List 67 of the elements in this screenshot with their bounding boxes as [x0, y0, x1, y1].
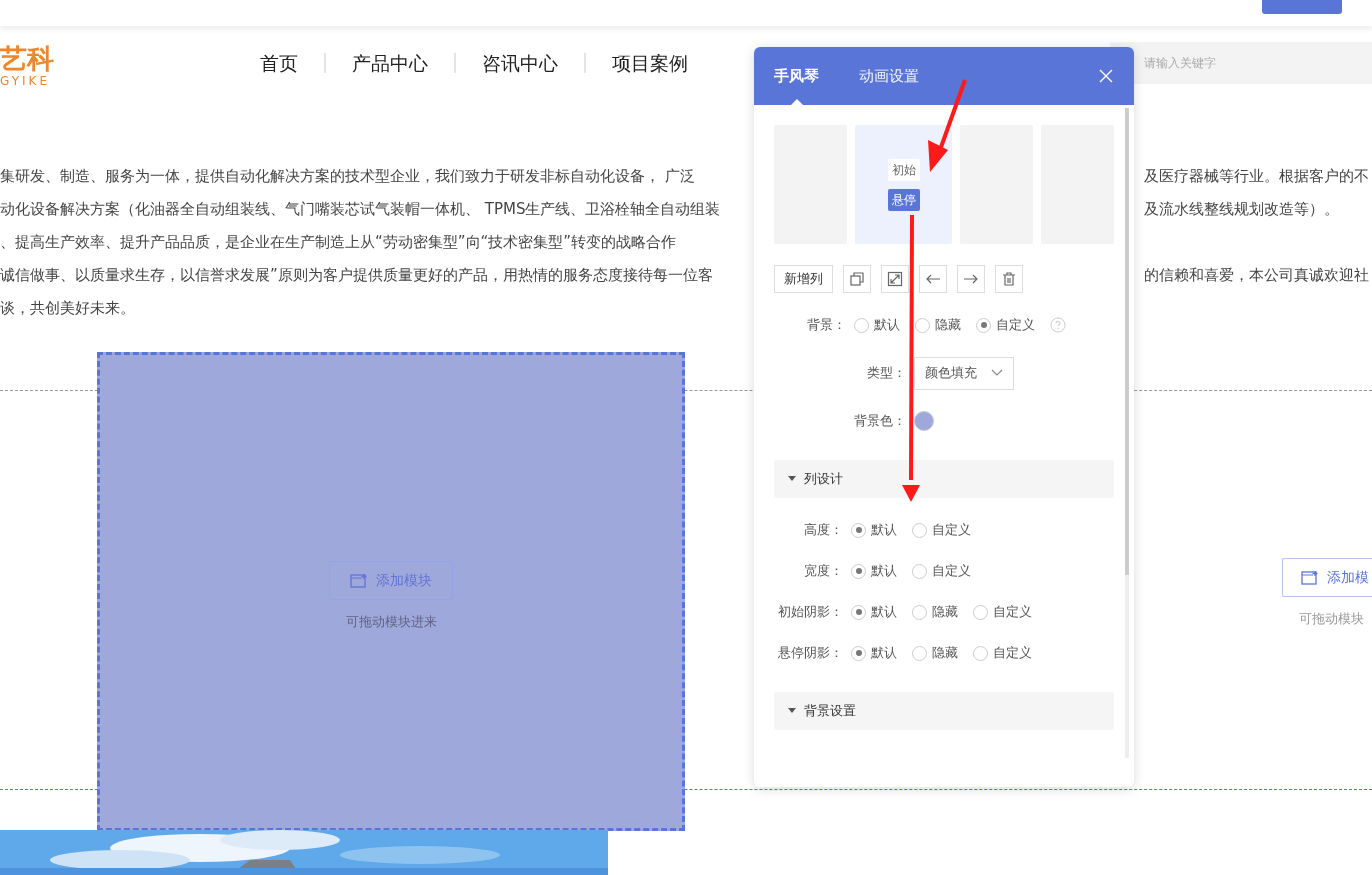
- trash-button[interactable]: [995, 265, 1023, 293]
- radio-label: 自定义: [993, 644, 1032, 663]
- nav-link[interactable]: 项目案例: [612, 48, 688, 78]
- trash-icon: [1001, 271, 1017, 287]
- state-tag[interactable]: 悬停: [887, 188, 920, 211]
- column-tile[interactable]: 初始 悬停: [855, 125, 952, 244]
- radio-label: 自定义: [996, 316, 1035, 335]
- paragraph-text: 及医疗器械等行业。根据客户的不: [1144, 166, 1370, 187]
- caret-icon: [788, 476, 796, 482]
- arrow-right-button[interactable]: [957, 265, 985, 293]
- radio-label: 隐藏: [932, 603, 958, 622]
- radio-label: 隐藏: [932, 644, 958, 663]
- field-label: 背景色：: [853, 412, 907, 431]
- paragraph-text: 及流水线整线规划改造等）。: [1144, 199, 1340, 220]
- radio-label: 自定义: [932, 521, 971, 540]
- scrollbar[interactable]: [1125, 108, 1129, 758]
- radio-label: 自定义: [993, 603, 1032, 622]
- state-tag[interactable]: 初始: [887, 158, 920, 181]
- add-module-icon: [350, 572, 368, 589]
- drag-hint: 可拖动模块: [1299, 610, 1364, 628]
- paragraph-text: 诚信做事、以质量求生存，以信誉求发展”原则为客户提供质量更好的产品，用热情的服务态度接待每一位客: [0, 265, 713, 286]
- radio-label: 自定义: [932, 562, 971, 581]
- radio-label: 默认: [871, 603, 897, 622]
- type-select[interactable]: 颜色填充: [914, 356, 1014, 390]
- select-value: 颜色填充: [925, 364, 977, 383]
- expand-icon: [887, 271, 903, 287]
- copy-button[interactable]: [843, 265, 871, 293]
- search-field[interactable]: 请输入关键字: [1110, 42, 1372, 84]
- section-title: 背景设置: [804, 702, 856, 721]
- logo-subtext: GYIKE: [0, 74, 51, 88]
- radio-label: 默认: [874, 316, 900, 335]
- add-column-button[interactable]: 新增列: [774, 265, 833, 293]
- field-label: 背景：: [806, 316, 847, 335]
- radio-label: 默认: [871, 521, 897, 540]
- expand-button[interactable]: [881, 265, 909, 293]
- radio-label: 默认: [871, 644, 897, 663]
- save-button[interactable]: [1262, 0, 1342, 14]
- radio-label: 隐藏: [935, 316, 961, 335]
- paragraph-text: 的信赖和喜爱，本公司真诚欢迎社: [1144, 265, 1370, 286]
- nav-link[interactable]: 首页: [260, 48, 298, 78]
- paragraph-text: 谈，共创美好未来。: [0, 298, 135, 319]
- section-header[interactable]: 列设计: [774, 460, 1114, 498]
- paragraph-text: 动化设备解决方案（化油器全自动组装线、气门嘴装芯试气装帽一体机、 TPMS生产线、卫浴栓轴全自动组装: [0, 199, 721, 220]
- section-header[interactable]: 背景设置: [774, 692, 1114, 730]
- copy-icon: [849, 271, 865, 287]
- caret-icon: [788, 708, 796, 714]
- panel-tab[interactable]: 手风琴: [774, 47, 819, 105]
- radio-label: 默认: [871, 562, 897, 581]
- paragraph-text: 集研发、制造、服务为一体，提供自动化解决方案的技术型企业，我们致力于研发非标自动化设备， 广泛: [0, 166, 695, 187]
- add-module-button[interactable]: 添加模: [1282, 558, 1372, 597]
- close-button[interactable]: [1098, 68, 1114, 84]
- paragraph-text: 、提高生产效率、提升产品品质，是企业在生产制造上从“劳动密集型”向“技术密集型”转变的战略合作: [0, 232, 677, 253]
- field-label: 宽度：: [803, 562, 844, 581]
- nav-link[interactable]: 产品中心: [352, 48, 428, 78]
- panel-tab[interactable]: 动画设置: [859, 47, 919, 105]
- arrow-left-button[interactable]: [919, 265, 947, 293]
- chevron-down-icon: [991, 369, 1003, 377]
- field-label: 悬停阴影：: [777, 644, 844, 663]
- field-label: 初始阴影：: [777, 603, 844, 622]
- logo-text: 艺科: [0, 44, 54, 74]
- nav-link[interactable]: 咨讯中心: [482, 48, 558, 78]
- section-title: 列设计: [804, 470, 843, 489]
- color-swatch[interactable]: [914, 411, 934, 431]
- drag-hint: 可拖动模块进来: [345, 613, 437, 631]
- add-module-icon: [1301, 569, 1319, 586]
- field-label: 高度：: [803, 521, 844, 540]
- field-label: 类型：: [866, 364, 907, 383]
